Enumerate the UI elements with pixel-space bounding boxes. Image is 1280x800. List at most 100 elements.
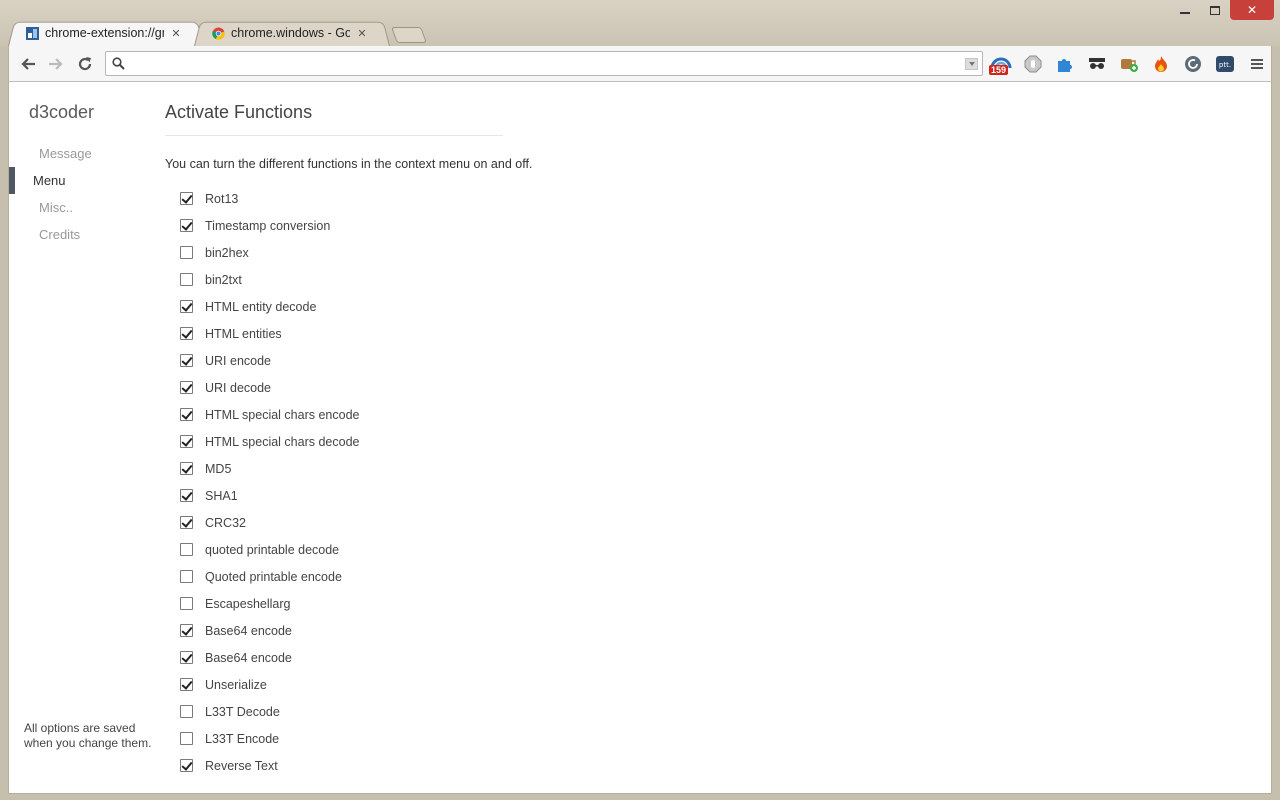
page-content: d3coder Message Menu Misc.. Credits All … (8, 82, 1272, 794)
new-tab-button[interactable] (391, 27, 427, 43)
option-label: L33T Encode (205, 731, 280, 746)
intro-text: You can turn the different functions in … (165, 157, 533, 171)
option-label: quoted printable decode (205, 542, 340, 557)
maximize-button[interactable] (1200, 0, 1230, 20)
option-checkbox[interactable] (180, 300, 193, 313)
function-option[interactable]: bin2txt (180, 266, 359, 293)
option-checkbox[interactable] (180, 273, 193, 286)
window-titlebar: ✕ chrome-extension://gncn ✕ chrome.windo… (0, 0, 1280, 46)
adblock-hand-icon[interactable] (1021, 52, 1045, 76)
sidebar-nav: Message Menu Misc.. Credits (9, 140, 159, 248)
back-button[interactable] (17, 53, 39, 75)
option-checkbox[interactable] (180, 624, 193, 637)
tab-extension-options[interactable]: chrome-extension://gncn ✕ (8, 20, 204, 46)
flame-icon[interactable] (1149, 52, 1173, 76)
d3coder-icon (26, 26, 39, 40)
close-window-button[interactable]: ✕ (1230, 0, 1274, 20)
function-option[interactable]: HTML entity decode (180, 293, 359, 320)
function-option[interactable]: Base64 encode (180, 617, 359, 644)
function-option[interactable]: MD5 (180, 455, 359, 482)
minimize-icon (1180, 12, 1190, 14)
sidebar-item-message[interactable]: Message (9, 140, 159, 167)
option-checkbox[interactable] (180, 516, 193, 529)
function-option[interactable]: Timestamp conversion (180, 212, 359, 239)
tab-strip: chrome-extension://gncn ✕ chrome.windows… (8, 20, 427, 46)
option-checkbox[interactable] (180, 651, 193, 664)
address-bar[interactable] (105, 51, 983, 76)
reload-icon (78, 57, 92, 71)
incognito-mask-icon[interactable] (1085, 52, 1109, 76)
option-checkbox[interactable] (180, 354, 193, 367)
mail-notifier-icon[interactable]: 159 (989, 52, 1013, 76)
option-label: Unserialize (205, 677, 267, 692)
option-label: URI decode (205, 380, 272, 395)
function-option[interactable]: CRC32 (180, 509, 359, 536)
option-label: CRC32 (205, 515, 246, 530)
tab-close-icon[interactable]: ✕ (356, 27, 368, 40)
tab-title: chrome-extension://gncn (45, 26, 164, 40)
option-checkbox[interactable] (180, 597, 193, 610)
option-label: Timestamp conversion (205, 218, 331, 233)
option-checkbox[interactable] (180, 705, 193, 718)
option-checkbox[interactable] (180, 462, 193, 475)
ptt-label: ptt. (1219, 61, 1231, 69)
function-option[interactable]: URI encode (180, 347, 359, 374)
function-option[interactable]: L33T Encode (180, 725, 359, 752)
function-option[interactable]: URI decode (180, 374, 359, 401)
option-label: Escapeshellarg (205, 596, 291, 611)
option-checkbox[interactable] (180, 408, 193, 421)
option-checkbox[interactable] (180, 327, 193, 340)
app-title: d3coder (29, 102, 95, 122)
mail-count-badge: 159 (989, 65, 1009, 75)
chrome-logo-icon (212, 26, 225, 40)
function-option[interactable]: Base64 encode (180, 644, 359, 671)
function-option[interactable]: Reverse Text (180, 752, 359, 779)
function-option[interactable]: HTML special chars encode (180, 401, 359, 428)
option-label: Base64 encode (205, 650, 292, 665)
option-checkbox[interactable] (180, 489, 193, 502)
puzzle-piece-icon[interactable] (1053, 52, 1077, 76)
function-option[interactable]: HTML entities (180, 320, 359, 347)
minimize-button[interactable] (1170, 0, 1200, 20)
sidebar-item-credits[interactable]: Credits (9, 221, 159, 248)
option-checkbox[interactable] (180, 435, 193, 448)
circle-refresh-icon[interactable] (1181, 52, 1205, 76)
tab-chrome-windows[interactable]: chrome.windows - Google ✕ (194, 20, 390, 46)
coffee-cup-plus-icon[interactable] (1117, 52, 1141, 76)
option-checkbox[interactable] (180, 381, 193, 394)
option-checkbox[interactable] (180, 246, 193, 259)
sidebar-item-misc[interactable]: Misc.. (9, 194, 159, 221)
function-option[interactable]: Unserialize (180, 671, 359, 698)
option-checkbox[interactable] (180, 678, 193, 691)
title-divider (165, 135, 503, 136)
forward-button[interactable] (45, 53, 67, 75)
function-option[interactable]: Quoted printable encode (180, 563, 359, 590)
option-label: HTML entity decode (205, 299, 317, 314)
function-option[interactable]: HTML special chars decode (180, 428, 359, 455)
function-option[interactable]: SHA1 (180, 482, 359, 509)
sidebar-item-menu[interactable]: Menu (9, 167, 159, 194)
ptt-icon[interactable]: ptt. (1213, 52, 1237, 76)
option-checkbox[interactable] (180, 219, 193, 232)
function-option[interactable]: Escapeshellarg (180, 590, 359, 617)
function-option[interactable]: Rot13 (180, 185, 359, 212)
reload-button[interactable] (74, 53, 96, 75)
option-checkbox[interactable] (180, 759, 193, 772)
option-label: HTML special chars encode (205, 407, 360, 422)
option-label: Base64 encode (205, 623, 292, 638)
option-checkbox[interactable] (180, 570, 193, 583)
maximize-icon (1210, 5, 1220, 15)
option-checkbox[interactable] (180, 732, 193, 745)
back-arrow-icon (21, 58, 35, 70)
option-checkbox[interactable] (180, 192, 193, 205)
function-option[interactable]: bin2hex (180, 239, 359, 266)
function-option[interactable]: L33T Decode (180, 698, 359, 725)
hamburger-menu-icon (1251, 59, 1263, 69)
function-option[interactable]: quoted printable decode (180, 536, 359, 563)
option-checkbox[interactable] (180, 543, 193, 556)
option-label: Quoted printable encode (205, 569, 342, 584)
omnibox-dropdown-icon[interactable] (965, 58, 978, 70)
tab-close-icon[interactable]: ✕ (170, 27, 182, 40)
chrome-menu-button[interactable] (1245, 52, 1269, 76)
option-label: URI encode (205, 353, 272, 368)
